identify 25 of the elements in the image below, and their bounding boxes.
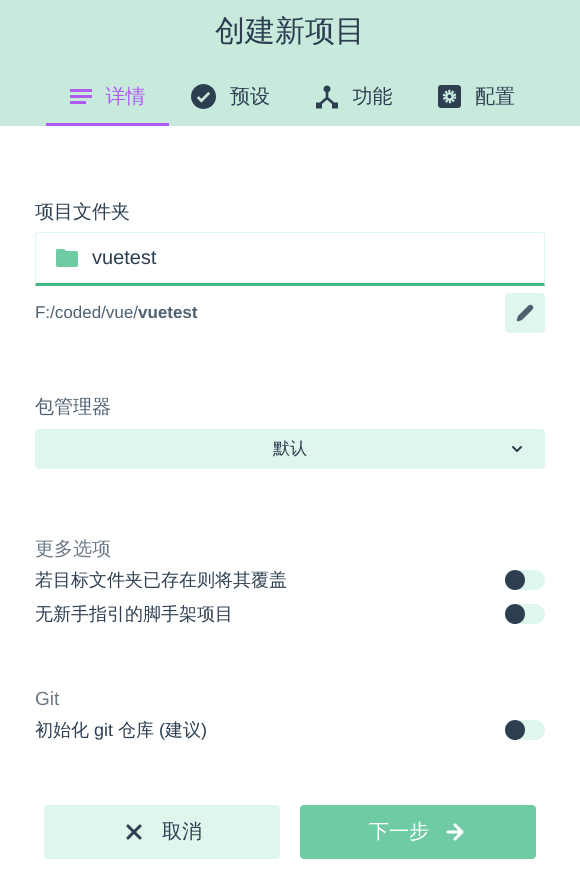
edit-button[interactable] xyxy=(505,293,545,333)
field-label: 项目文件夹 xyxy=(35,201,131,225)
toggle-switch[interactable] xyxy=(505,570,545,590)
list-icon xyxy=(70,88,92,106)
option-label: 若目标文件夹已存在则将其覆盖 xyxy=(35,568,287,592)
section-label: 更多选项 xyxy=(35,538,112,562)
pencil-icon xyxy=(516,304,534,322)
folder-icon xyxy=(56,249,78,267)
toggle-switch[interactable] xyxy=(505,720,545,740)
folder-input[interactable]: vuetest xyxy=(35,232,545,286)
gear-icon xyxy=(438,85,461,108)
check-circle-icon xyxy=(191,84,216,109)
option-label: 无新手指引的脚手架项目 xyxy=(35,602,233,626)
toggle-switch[interactable] xyxy=(505,604,545,624)
fork-icon xyxy=(314,84,338,108)
tab[interactable]: 配置 xyxy=(415,70,538,126)
section-label: Git xyxy=(35,688,60,712)
tab[interactable]: 功能 xyxy=(292,70,415,126)
tab[interactable]: 预设 xyxy=(169,70,292,126)
package-manager-select[interactable]: 默认 xyxy=(35,429,545,469)
option-label: 初始化 git 仓库 (建议) xyxy=(35,718,208,742)
field-label: 包管理器 xyxy=(35,396,112,420)
page-title: 创建新项目 xyxy=(215,14,365,50)
folder-path: F:/coded/vue/vuetest xyxy=(35,302,198,324)
cancel-button[interactable]: 取消 xyxy=(44,805,280,859)
